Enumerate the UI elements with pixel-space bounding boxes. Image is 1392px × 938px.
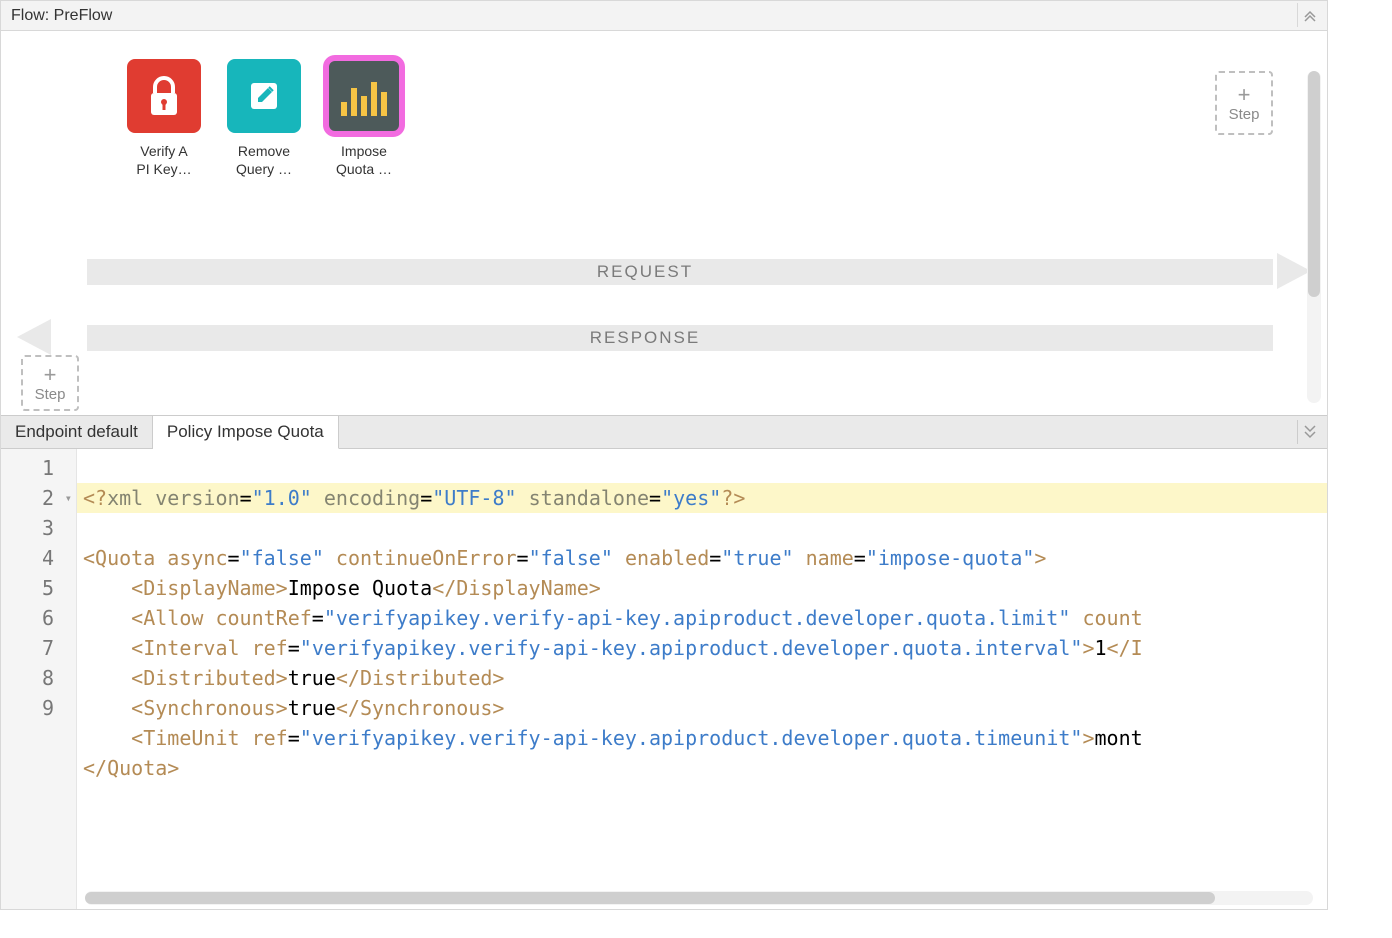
code-editor[interactable]: 1 2 3 4 5 6 7 8 9 <?xml version="1.0" en… (1, 449, 1327, 909)
request-lane: REQUEST (17, 259, 1273, 285)
plus-icon: + (44, 364, 57, 386)
lock-icon (127, 59, 201, 133)
request-label: REQUEST (597, 262, 693, 282)
add-step-response-button[interactable]: + Step (21, 355, 79, 411)
add-step-label: Step (35, 386, 66, 403)
arrow-left-icon (17, 319, 51, 355)
response-lane: RESPONSE (17, 325, 1273, 351)
add-step-request-button[interactable]: + Step (1215, 71, 1273, 135)
code-content[interactable]: <?xml version="1.0" encoding="UTF-8" sta… (77, 449, 1327, 909)
editor-tabs-bar: Endpoint default Policy Impose Quota (1, 415, 1327, 449)
flow-title: Flow: PreFlow (11, 7, 112, 25)
expand-editor-icon[interactable] (1297, 420, 1321, 444)
collapse-top-icon[interactable] (1297, 3, 1321, 27)
add-step-label: Step (1229, 106, 1260, 123)
flow-canvas: Verify API Key… RemoveQuery … (1, 31, 1327, 415)
bars-icon (327, 59, 401, 133)
pencil-icon (227, 59, 301, 133)
policy-label: Verify API Key… (123, 143, 205, 178)
policy-verify-api-key[interactable]: Verify API Key… (123, 59, 205, 178)
plus-icon: + (1238, 84, 1251, 106)
arrow-right-icon (1277, 253, 1311, 289)
tab-policy-impose-quota[interactable]: Policy Impose Quota (153, 416, 339, 449)
policy-label: ImposeQuota … (323, 143, 405, 178)
line-gutter: 1 2 3 4 5 6 7 8 9 (1, 449, 77, 909)
policy-label: RemoveQuery … (223, 143, 305, 178)
flow-vertical-scrollbar[interactable] (1307, 71, 1321, 403)
response-label: RESPONSE (590, 328, 700, 348)
flow-header: Flow: PreFlow (1, 1, 1327, 31)
policy-impose-quota[interactable]: ImposeQuota … (323, 59, 405, 178)
policy-remove-query[interactable]: RemoveQuery … (223, 59, 305, 178)
policy-row: Verify API Key… RemoveQuery … (1, 31, 1327, 178)
editor-horizontal-scrollbar[interactable] (85, 891, 1313, 905)
tab-endpoint-default[interactable]: Endpoint default (1, 416, 153, 448)
